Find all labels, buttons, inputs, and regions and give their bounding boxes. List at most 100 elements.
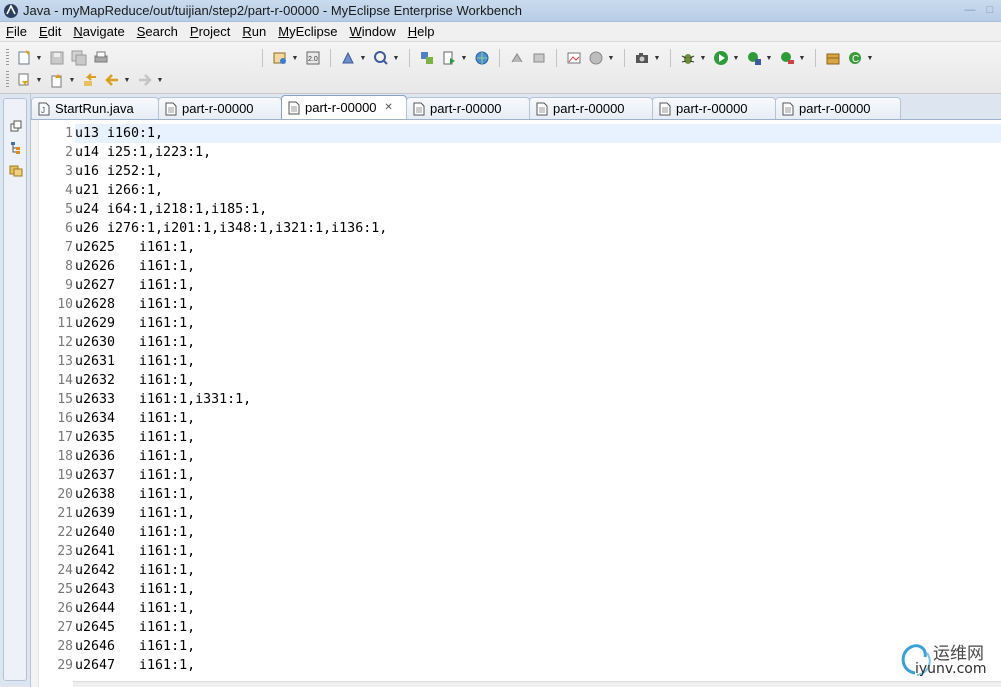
chevron-down-icon[interactable]: ▼ — [798, 49, 806, 67]
hierarchy-icon[interactable] — [9, 141, 23, 155]
globe-icon[interactable] — [473, 49, 491, 67]
next-annotation-icon[interactable] — [15, 71, 33, 89]
tab-part-r-00000[interactable]: part-r-00000 — [652, 97, 776, 119]
code-line[interactable]: u13 i160:1, — [75, 124, 1001, 143]
code-line[interactable]: u2640 i161:1, — [75, 523, 1001, 542]
package-icon[interactable] — [824, 49, 842, 67]
back-arrow-icon[interactable] — [103, 71, 121, 89]
code-line[interactable]: u21 i266:1, — [75, 181, 1001, 200]
title-bar[interactable]: Java - myMapReduce/out/tuijian/step2/par… — [0, 0, 1001, 22]
debug-icon[interactable] — [679, 49, 697, 67]
chevron-down-icon[interactable]: ▼ — [765, 49, 773, 67]
chevron-down-icon[interactable]: ▼ — [653, 49, 661, 67]
menu-search[interactable]: Search — [131, 22, 184, 42]
code-line[interactable]: u2629 i161:1, — [75, 314, 1001, 333]
restore-icon[interactable] — [9, 119, 23, 133]
web-browser-icon[interactable] — [587, 49, 605, 67]
tab-part-r-00000-active[interactable]: part-r-00000 ✕ — [281, 95, 407, 119]
menu-help[interactable]: Help — [402, 22, 441, 42]
code-line[interactable]: u2631 i161:1, — [75, 352, 1001, 371]
save-all-icon[interactable] — [70, 49, 88, 67]
code-line[interactable]: u2647 i161:1, — [75, 656, 1001, 675]
code-line[interactable]: u2646 i161:1, — [75, 637, 1001, 656]
run-icon[interactable] — [712, 49, 730, 67]
code-line[interactable]: u2645 i161:1, — [75, 618, 1001, 637]
annotation-ruler[interactable] — [31, 120, 39, 687]
code-line[interactable]: u2627 i161:1, — [75, 276, 1001, 295]
camera-icon[interactable] — [633, 49, 651, 67]
menu-file[interactable]: File — [0, 22, 33, 42]
menu-myeclipse[interactable]: MyEclipse — [272, 22, 343, 42]
code-line[interactable]: u2634 i161:1, — [75, 409, 1001, 428]
chevron-down-icon[interactable]: ▼ — [460, 49, 468, 67]
run-external-icon[interactable] — [440, 49, 458, 67]
code-line[interactable]: u16 i252:1, — [75, 162, 1001, 181]
tab-part-r-00000[interactable]: part-r-00000 — [529, 97, 653, 119]
chevron-down-icon[interactable]: ▼ — [35, 71, 43, 89]
chevron-down-icon[interactable]: ▼ — [35, 49, 43, 67]
chevron-down-icon[interactable]: ▼ — [123, 71, 131, 89]
code-line[interactable]: u26 i276:1,i201:1,i348:1,i321:1,i136:1, — [75, 219, 1001, 238]
minimize-icon[interactable]: — — [961, 1, 979, 18]
code-line[interactable]: u2641 i161:1, — [75, 542, 1001, 561]
chevron-down-icon[interactable]: ▼ — [359, 49, 367, 67]
chevron-down-icon[interactable]: ▼ — [732, 49, 740, 67]
image-editor-icon[interactable] — [565, 49, 583, 67]
editor-content[interactable]: u13 i160:1, u14 i25:1,i223:1, u16 i252:1, u… — [75, 124, 1001, 675]
horizontal-scrollbar[interactable] — [73, 681, 1001, 687]
new-web-project-icon[interactable] — [271, 49, 289, 67]
forward-arrow-icon[interactable] — [136, 71, 154, 89]
code-line[interactable]: u2635 i161:1, — [75, 428, 1001, 447]
code-line[interactable]: u2626 i161:1, — [75, 257, 1001, 276]
code-line[interactable]: u2625 i161:1, — [75, 238, 1001, 257]
code-line[interactable]: u2630 i161:1, — [75, 333, 1001, 352]
tab-part-r-00000[interactable]: part-r-00000 — [406, 97, 530, 119]
chevron-down-icon[interactable]: ▼ — [156, 71, 164, 89]
package-explorer-icon[interactable] — [9, 163, 23, 177]
deploy-icon[interactable] — [339, 49, 357, 67]
menu-edit[interactable]: Edit — [33, 22, 67, 42]
code-line[interactable]: u24 i64:1,i218:1,i185:1, — [75, 200, 1001, 219]
chevron-down-icon[interactable]: ▼ — [291, 49, 299, 67]
coverage-icon[interactable] — [745, 49, 763, 67]
server-icon[interactable] — [372, 49, 390, 67]
forward-history-icon[interactable] — [530, 49, 548, 67]
print-icon[interactable] — [92, 49, 110, 67]
maximize-icon[interactable]: □ — [981, 1, 999, 18]
toolbar-grip[interactable] — [6, 71, 9, 89]
code-line[interactable]: u2632 i161:1, — [75, 371, 1001, 390]
tab-part-r-00000[interactable]: part-r-00000 — [775, 97, 901, 119]
menu-navigate[interactable]: Navigate — [67, 22, 130, 42]
open-type-icon[interactable] — [418, 49, 436, 67]
menu-project[interactable]: Project — [184, 22, 236, 42]
code-line[interactable]: u2628 i161:1, — [75, 295, 1001, 314]
menu-run[interactable]: Run — [236, 22, 272, 42]
close-icon[interactable]: ✕ — [383, 102, 395, 114]
new-icon[interactable] — [15, 49, 33, 67]
back-history-icon[interactable] — [508, 49, 526, 67]
tab-part-r-00000[interactable]: part-r-00000 — [158, 97, 282, 119]
code-line[interactable]: u2644 i161:1, — [75, 599, 1001, 618]
code-line[interactable]: u2637 i161:1, — [75, 466, 1001, 485]
toolbar-grip[interactable] — [6, 49, 9, 67]
chevron-down-icon[interactable]: ▼ — [607, 49, 615, 67]
code-line[interactable]: u2643 i161:1, — [75, 580, 1001, 599]
text-editor[interactable]: 1 2 3 4 5 6 7 8 9 10 11 12 13 14 15 16 17 18 19 20 21 22 23 24 2… — [31, 120, 1001, 687]
new-class-icon[interactable]: C — [846, 49, 864, 67]
previous-annotation-icon[interactable] — [48, 71, 66, 89]
chevron-down-icon[interactable]: ▼ — [699, 49, 707, 67]
chevron-down-icon[interactable]: ▼ — [866, 49, 874, 67]
tab-startrun-java[interactable]: J StartRun.java — [31, 97, 159, 119]
code-line[interactable]: u2642 i161:1, — [75, 561, 1001, 580]
chevron-down-icon[interactable]: ▼ — [392, 49, 400, 67]
menu-window[interactable]: Window — [343, 22, 401, 42]
code-line[interactable]: u14 i25:1,i223:1, — [75, 143, 1001, 162]
external-tools-icon[interactable] — [778, 49, 796, 67]
jdk-version-icon[interactable]: 2.0 — [304, 49, 322, 67]
code-line[interactable]: u2636 i161:1, — [75, 447, 1001, 466]
code-line[interactable]: u2633 i161:1,i331:1, — [75, 390, 1001, 409]
code-line[interactable]: u2639 i161:1, — [75, 504, 1001, 523]
code-line[interactable]: u2638 i161:1, — [75, 485, 1001, 504]
last-edit-location-icon[interactable] — [81, 71, 99, 89]
chevron-down-icon[interactable]: ▼ — [68, 71, 76, 89]
